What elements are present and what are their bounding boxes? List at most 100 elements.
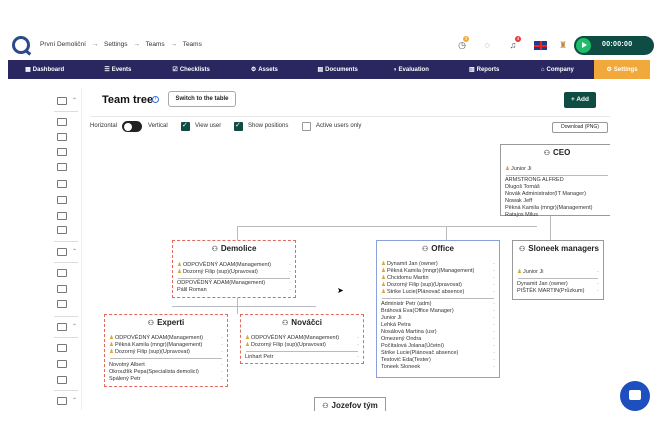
member-name: Testovič Eda(Tester) — [381, 357, 431, 363]
more-icon[interactable]: - — [493, 364, 495, 371]
time-tracker[interactable]: 00:00:00 — [574, 36, 654, 55]
sidebar-divider — [54, 241, 78, 242]
team-icon[interactable] — [57, 118, 67, 126]
more-icon[interactable]: - — [289, 280, 291, 287]
more-icon[interactable]: - — [493, 357, 495, 364]
more-icon[interactable]: - — [493, 329, 495, 336]
calculator-icon[interactable] — [57, 323, 67, 331]
active-users-checkbox[interactable] — [302, 122, 311, 131]
member-name: Chcidomu Martin — [386, 275, 429, 281]
member-name: Junior Ji — [510, 166, 532, 172]
more-icon[interactable]: - — [493, 308, 495, 315]
more-icon[interactable]: - — [221, 349, 223, 356]
add-button[interactable]: + Add — [564, 92, 596, 108]
more-icon[interactable]: - — [493, 289, 495, 296]
team-card-experti[interactable]: ⚇ Experti ♟ODPOVĚDNÝ ADAM(Management) - ♟P… — [104, 314, 228, 387]
more-icon[interactable]: - — [597, 281, 599, 288]
team-card-sloneek-managers[interactable]: ⚇ Sloneek managers ♟Junior Ji - Dynamit Ja… — [512, 240, 604, 300]
card-icon[interactable] — [57, 163, 67, 171]
play-icon[interactable] — [576, 38, 591, 53]
archive-icon[interactable] — [57, 226, 67, 234]
chat-icon[interactable]: ◌ — [481, 39, 493, 51]
more-icon[interactable]: - — [493, 301, 495, 308]
assets-icon: ⚙ — [250, 67, 257, 73]
settings-icon[interactable] — [57, 397, 67, 405]
more-icon[interactable]: - — [221, 376, 223, 383]
more-icon[interactable]: - — [289, 287, 291, 294]
more-icon[interactable]: - — [493, 268, 495, 275]
documents-icon: ▤ — [317, 67, 324, 73]
building-icon[interactable] — [57, 212, 67, 220]
nav-reports[interactable]: ▥ Reports — [448, 60, 521, 79]
language-flag-icon[interactable] — [534, 41, 547, 50]
show-positions-checkbox[interactable] — [234, 121, 243, 131]
chevron-up-icon[interactable]: ⌃ — [72, 248, 77, 255]
breadcrumb-item[interactable]: Teams — [146, 41, 165, 48]
group-icon: ⚇ — [282, 320, 289, 327]
more-icon[interactable]: - — [493, 350, 495, 357]
more-icon[interactable]: - — [221, 342, 223, 349]
more-icon[interactable]: - — [493, 322, 495, 329]
more-icon[interactable]: - — [221, 335, 223, 342]
info-icon[interactable]: i — [152, 96, 159, 103]
team-card-jozefov[interactable]: ⚇ Jozefov tým — [314, 397, 386, 411]
team-card-novacci[interactable]: ⚇ Nováčci ♟ODPOVĚDNÝ ADAM(Management) - ♟D… — [240, 314, 364, 364]
more-icon[interactable]: - — [493, 315, 495, 322]
nav-evaluation[interactable]: ◑ Evaluation — [374, 60, 447, 79]
tag-icon[interactable] — [57, 376, 67, 384]
trophy-icon[interactable]: ♜ — [557, 39, 569, 51]
list-icon[interactable] — [57, 196, 67, 204]
team-card-office[interactable]: ⚇ Office ♟Dynamit Jan (owner) - ♟Pěkná Kam… — [376, 240, 500, 378]
nav-events[interactable]: ☰ Events — [81, 60, 154, 79]
folder-icon[interactable] — [57, 285, 67, 293]
nav-company[interactable]: ⌂ Company — [521, 60, 594, 79]
more-icon[interactable]: - — [289, 269, 291, 276]
file-icon[interactable] — [57, 300, 67, 308]
more-icon[interactable]: - — [357, 335, 359, 342]
nav-dashboard[interactable]: ▦ Dashboard — [8, 60, 81, 79]
chat-support-button[interactable] — [620, 381, 650, 411]
orientation-toggle[interactable] — [122, 121, 142, 132]
app-logo[interactable] — [12, 36, 30, 54]
person-icon[interactable] — [57, 248, 67, 256]
document-icon[interactable] — [57, 269, 67, 277]
more-icon[interactable]: - — [597, 288, 599, 295]
nav-label: Documents — [325, 66, 358, 73]
users-icon[interactable] — [57, 97, 67, 105]
switch-to-table-button[interactable]: Switch to the table — [168, 91, 236, 107]
nav-assets[interactable]: ⚙ Assets — [228, 60, 301, 79]
group-icon[interactable] — [57, 133, 67, 141]
member-name: Strike Lucie(Plánovač absence) — [381, 350, 459, 356]
member-name: Ratajos Milus — [505, 212, 539, 218]
tree-connector — [237, 226, 537, 227]
checklist-icon[interactable] — [57, 360, 67, 368]
more-icon[interactable]: - — [493, 275, 495, 282]
more-icon[interactable]: - — [221, 362, 223, 369]
nav-settings[interactable]: ⚙ Settings — [594, 60, 650, 79]
team-card-demolice[interactable]: ⚇ Demolice ♟ODPOVĚDNÝ ADAM(Management) - ♟… — [172, 240, 296, 298]
clipboard-icon[interactable] — [57, 344, 67, 352]
breadcrumb-item[interactable]: První Demoliční — [40, 41, 86, 48]
more-icon[interactable]: - — [493, 261, 495, 268]
chevron-up-icon[interactable]: ⌃ — [72, 397, 77, 404]
more-icon[interactable]: - — [493, 343, 495, 350]
more-icon[interactable]: - — [357, 342, 359, 349]
chevron-up-icon[interactable]: ⌃ — [72, 97, 77, 104]
team-card-ceo[interactable]: ⚇ CEO ♟Junior Ji ARMSTRONG ALFRED Dlugoš … — [500, 144, 610, 218]
more-icon[interactable]: - — [597, 269, 599, 276]
view-user-label: View user — [195, 123, 222, 129]
chart-icon[interactable] — [57, 148, 67, 156]
view-user-checkbox[interactable] — [181, 121, 190, 131]
more-icon[interactable]: - — [357, 354, 359, 361]
breadcrumb-item[interactable]: Settings — [104, 41, 128, 48]
more-icon[interactable]: - — [289, 262, 291, 269]
chevron-up-icon[interactable]: ⌃ — [72, 323, 77, 330]
active-users-label: Active users only — [316, 123, 362, 129]
download-png-button[interactable]: Download (PNG) — [552, 122, 608, 133]
more-icon[interactable]: - — [493, 282, 495, 289]
nav-documents[interactable]: ▤ Documents — [301, 60, 374, 79]
calendar-icon[interactable] — [57, 180, 67, 188]
nav-checklists[interactable]: ☑ Checklists — [155, 60, 228, 79]
more-icon[interactable]: - — [493, 336, 495, 343]
more-icon[interactable]: - — [221, 369, 223, 376]
